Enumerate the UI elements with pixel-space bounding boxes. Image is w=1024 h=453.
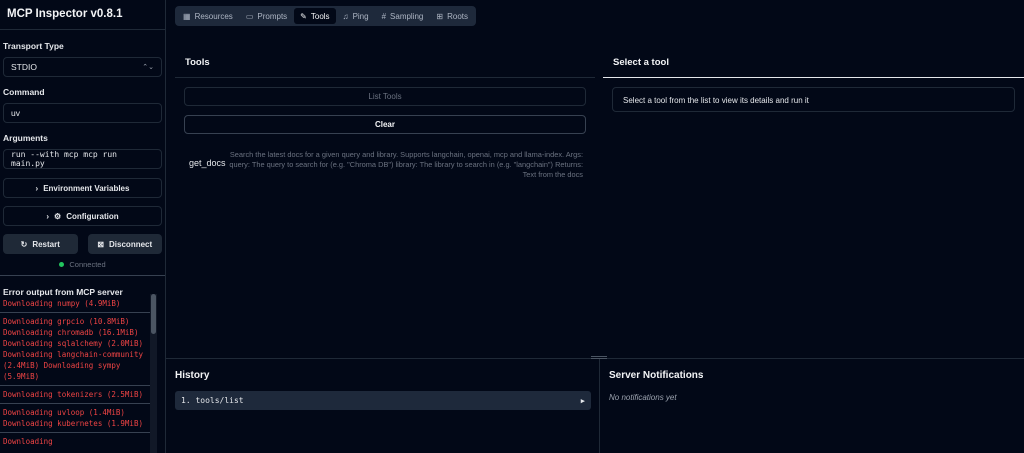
restart-icon: ↻ [20,239,28,249]
sampling-icon: # [381,11,387,21]
error-output-header: Error output from MCP server [0,275,165,297]
chevron-updown-icon: ⌃⌄ [142,64,154,71]
notifications-title: Server Notifications [609,370,704,381]
command-label: Command [3,87,45,97]
arguments-input[interactable]: run --with mcp mcp run main.py [3,149,162,169]
log-scrollbar[interactable] [150,294,157,453]
tool-description: Search the latest docs for a given query… [229,150,583,179]
app: MCP Inspector v0.8.1 Transport Type STDI… [0,0,1024,453]
roots-icon: ⊞ [436,11,444,21]
log-entry: Downloading tokenizers (2.5MiB) [0,386,150,404]
tool-detail-title: Select a tool [603,46,1024,78]
notifications-panel: Server Notifications No notifications ye… [600,359,1024,453]
arguments-label: Arguments [3,133,48,143]
connection-status: Connected [0,260,165,269]
tool-detail-placeholder: Select a tool from the list to view its … [612,87,1015,112]
history-title: History [175,370,210,381]
scrollbar-thumb[interactable] [151,294,156,334]
expand-arrow-icon: ▶ [580,396,585,405]
chevron-right-icon: › [46,211,50,221]
restart-button[interactable]: ↻ Restart [3,234,78,254]
ping-icon: ♫ [342,11,349,21]
clear-button[interactable]: Clear [184,115,586,134]
gear-icon: ⚙ [54,211,62,221]
chevron-right-icon: › [35,183,39,193]
prompts-icon: ▭ [245,11,254,21]
tab-tools[interactable]: ✎ Tools [294,8,336,24]
log-entry: Downloading [3,437,53,446]
history-item[interactable]: 1. tools/list ▶ [175,391,591,410]
disconnect-button[interactable]: ⊠ Disconnect [87,234,162,254]
tab-prompts[interactable]: ▭ Prompts [240,8,293,24]
tool-name: get_docs [189,158,226,168]
resources-icon: ▦ [183,11,191,21]
command-input[interactable]: uv [3,103,162,123]
transport-select[interactable]: STDIO ⌃⌄ [3,57,162,77]
transport-value: STDIO [11,62,37,72]
status-dot-icon [59,262,65,267]
tab-bar: ▦ Resources ▭ Prompts ✎ Tools ♫ Ping # S… [175,6,476,26]
tab-resources[interactable]: ▦ Resources [177,8,239,24]
tools-panel-title: Tools [175,46,595,78]
notifications-empty: No notifications yet [609,393,677,402]
tool-detail-panel: Select a tool Select a tool from the lis… [603,46,1024,358]
log-entry: Downloading uvloop (1.4MiB) Downloading … [0,404,150,433]
list-tools-button[interactable]: List Tools [184,87,586,106]
configuration-button[interactable]: › ⚙ Configuration [3,206,162,226]
log-entry: Downloading numpy (4.9MiB) [0,295,150,313]
tools-panel: Tools List Tools Clear get_docs Search t… [175,46,595,358]
log-entry: Downloading grpcio (10.8MiB) Downloading… [0,313,150,386]
tools-icon: ✎ [300,11,307,21]
tab-sampling[interactable]: # Sampling [376,8,430,24]
error-log: Downloading numpy (4.9MiB) Downloading g… [0,295,150,453]
tool-item[interactable]: get_docs Search the latest docs for a gi… [189,150,585,182]
history-panel: History 1. tools/list ▶ [166,359,600,453]
tab-roots[interactable]: ⊞ Roots [430,8,474,24]
app-title: MCP Inspector v0.8.1 [0,0,165,30]
disconnect-icon: ⊠ [97,239,105,249]
tab-ping[interactable]: ♫ Ping [337,8,375,24]
environment-variables-button[interactable]: › Environment Variables [3,178,162,198]
transport-label: Transport Type [3,41,64,51]
